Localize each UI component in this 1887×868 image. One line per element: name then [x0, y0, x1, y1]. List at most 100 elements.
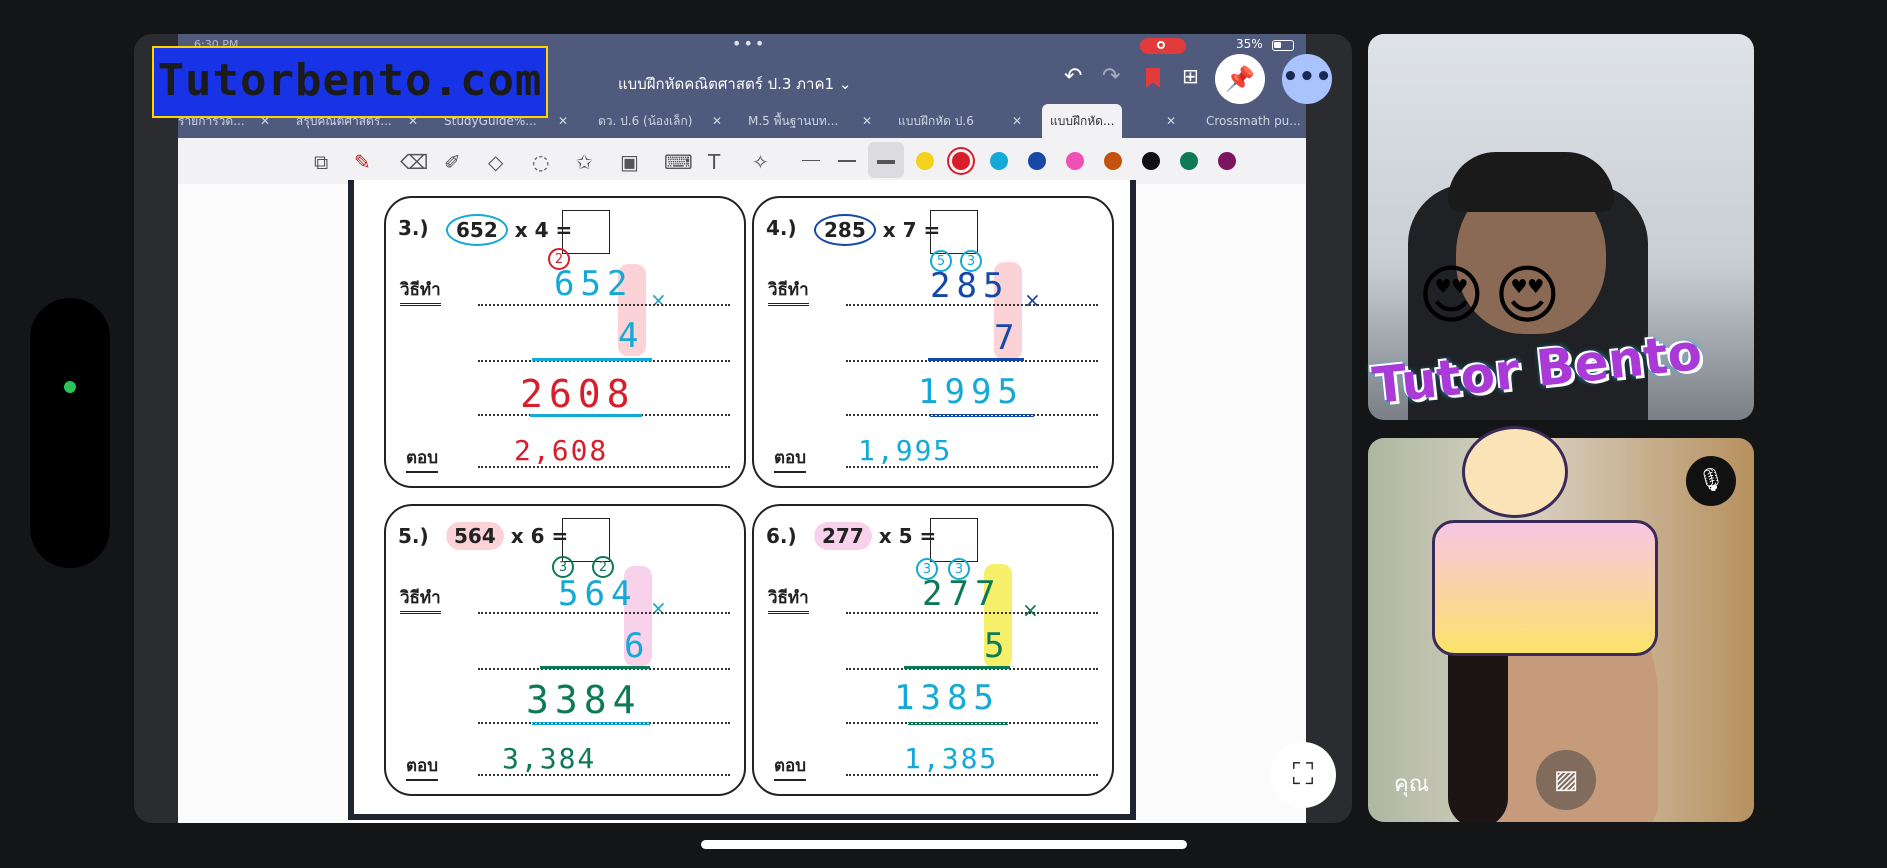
- color-yellow[interactable]: [916, 152, 934, 170]
- problem-number: 6.): [766, 524, 797, 548]
- color-cyan[interactable]: [990, 152, 1008, 170]
- method-label: วิธีทำ: [768, 276, 809, 306]
- final-answer: 1,385: [904, 742, 999, 775]
- active-indicator-dot: [64, 381, 76, 393]
- multiplier: 7: [994, 318, 1021, 358]
- color-blue[interactable]: [1028, 152, 1046, 170]
- battery-level: 35%: [1236, 37, 1263, 51]
- work-line: [478, 612, 730, 614]
- color-orange[interactable]: [1104, 152, 1122, 170]
- visual-effects-button[interactable]: ▨: [1536, 750, 1596, 810]
- pin-button[interactable]: 📌: [1215, 54, 1265, 104]
- lasso-icon[interactable]: ◌: [532, 150, 549, 174]
- tutorbento-logo: Tutorbento.com: [152, 46, 548, 118]
- fullscreen-button[interactable]: ⛶: [1270, 742, 1336, 808]
- more-options-button[interactable]: •••: [1282, 54, 1332, 104]
- shapes-icon[interactable]: ◇: [488, 150, 503, 174]
- multiply-mark: ×: [650, 596, 667, 620]
- laser-pointer-icon[interactable]: ✧: [752, 150, 769, 174]
- answer-box: [930, 210, 978, 254]
- answer-line: [846, 774, 1098, 776]
- tab-7-active[interactable]: แบบฝึกหัด...: [1042, 104, 1123, 138]
- multiplier: 4: [618, 316, 645, 356]
- shared-screen: 6:30 PM ••• 35% แบบฝึกหัดคณิตศาสตร์ ป.3 …: [134, 34, 1352, 823]
- sum-line: [540, 666, 650, 669]
- stroke-thin[interactable]: [802, 160, 820, 161]
- result-underline: [908, 722, 1008, 725]
- final-answer: 1,995: [858, 434, 953, 467]
- bookmark-icon[interactable]: [1146, 68, 1160, 88]
- side-panel-handle[interactable]: [30, 298, 110, 568]
- answer-label: ตอบ: [406, 444, 439, 473]
- problem-expression: 285 x 7 =: [814, 214, 940, 246]
- problem-number: 3.): [398, 216, 429, 240]
- document-canvas[interactable]: 3.) 652 x 4 = วิธีทำ 2 652 × 4 2608 ตอบ: [178, 180, 1306, 823]
- eraser-icon[interactable]: ⌫: [400, 150, 428, 174]
- color-red-selected[interactable]: [952, 152, 970, 170]
- text-tool-icon[interactable]: T: [708, 150, 720, 174]
- stroke-thick: [877, 160, 895, 164]
- work-line: [846, 612, 1098, 614]
- drawing-toolbar: ⧉ ✎ ⌫ ✐ ◇ ◌ ✩ ▣ ⌨ T ✧: [178, 138, 1306, 185]
- tab-close-icon[interactable]: ✕: [712, 104, 722, 138]
- multiplicand: 652: [554, 264, 634, 304]
- tab-8[interactable]: Crossmath pu...: [1206, 104, 1301, 138]
- tab-close-icon[interactable]: ✕: [558, 104, 568, 138]
- mic-off-icon[interactable]: 🎙: [1686, 456, 1736, 506]
- multiplicand: 277: [922, 574, 1002, 614]
- result: 1385: [894, 678, 1000, 718]
- color-green[interactable]: [1180, 152, 1198, 170]
- color-pink[interactable]: [1066, 152, 1084, 170]
- problem-expression: 277 x 5 =: [814, 522, 936, 550]
- pen-icon[interactable]: ✎: [354, 150, 371, 174]
- answer-label: ตอบ: [774, 752, 807, 781]
- tab-4[interactable]: ตว. ป.6 (น้องเล็ก): [598, 104, 692, 138]
- answer-line: [846, 466, 1098, 468]
- tab-close-icon[interactable]: ✕: [1012, 104, 1022, 138]
- tab-close-icon[interactable]: ✕: [1166, 104, 1176, 138]
- multiplicand: 564: [558, 574, 638, 614]
- method-label: วิธีทำ: [400, 584, 441, 614]
- sticker-icon[interactable]: ✩: [576, 150, 593, 174]
- result-underline: [530, 414, 642, 417]
- multiplicand: 285: [930, 266, 1010, 306]
- redo-icon[interactable]: ↷: [1102, 64, 1120, 89]
- tab-close-icon[interactable]: ✕: [862, 104, 872, 138]
- color-purple[interactable]: [1218, 152, 1236, 170]
- home-indicator[interactable]: [701, 840, 1187, 849]
- multiplier: 5: [984, 626, 1011, 666]
- result: 2608: [520, 372, 636, 416]
- result: 3384: [526, 678, 642, 722]
- add-page-icon[interactable]: ⊞: [1182, 64, 1199, 88]
- sum-line: [904, 666, 1010, 669]
- tab-6[interactable]: แบบฝึกหัด ป.6: [898, 104, 974, 138]
- student-hair: [1448, 152, 1614, 212]
- keyboard-icon[interactable]: ⌨: [664, 150, 693, 174]
- problem-card-3: 3.) 652 x 4 = วิธีทำ 2 652 × 4 2608 ตอบ: [384, 196, 746, 488]
- method-label: วิธีทำ: [400, 276, 441, 306]
- problem-expression: 652 x 4 =: [446, 214, 572, 246]
- stroke-medium[interactable]: [838, 160, 856, 162]
- highlighter-icon[interactable]: ✐: [444, 150, 461, 174]
- problem-number: 5.): [398, 524, 429, 548]
- read-mode-icon[interactable]: ⧉: [314, 150, 328, 174]
- sum-line: [532, 358, 652, 361]
- multitask-dots-icon[interactable]: •••: [732, 34, 766, 53]
- worksheet-page: 3.) 652 x 4 = วิธีทำ 2 652 × 4 2608 ตอบ: [348, 180, 1136, 820]
- heart-eyes-emoji-right: 😍: [1494, 259, 1561, 333]
- answer-label: ตอบ: [406, 752, 439, 781]
- problem-card-6: 6.) 277 x 5 = วิธีทำ 3 3 277 × 5 1385 ตอ…: [752, 504, 1114, 796]
- tab-5[interactable]: M.5 พื้นฐานบท...: [748, 104, 838, 138]
- undo-icon[interactable]: ↶: [1064, 64, 1082, 89]
- answer-line: [478, 774, 730, 776]
- document-title[interactable]: แบบฝึกหัดคณิตศาสตร์ ป.3 ภาค1 ⌄: [618, 72, 851, 96]
- multiplier: 6: [624, 626, 651, 666]
- multiply-mark: ×: [650, 288, 667, 312]
- image-icon[interactable]: ▣: [620, 150, 639, 174]
- problem-card-4: 4.) 285 x 7 = วิธีทำ 5 3 285 × 7 1995 ตอ…: [752, 196, 1114, 488]
- method-label: วิธีทำ: [768, 584, 809, 614]
- answer-label: ตอบ: [774, 444, 807, 473]
- color-black[interactable]: [1142, 152, 1160, 170]
- multiply-mark: ×: [1024, 288, 1041, 312]
- mascot-sticker-box: [1432, 520, 1658, 656]
